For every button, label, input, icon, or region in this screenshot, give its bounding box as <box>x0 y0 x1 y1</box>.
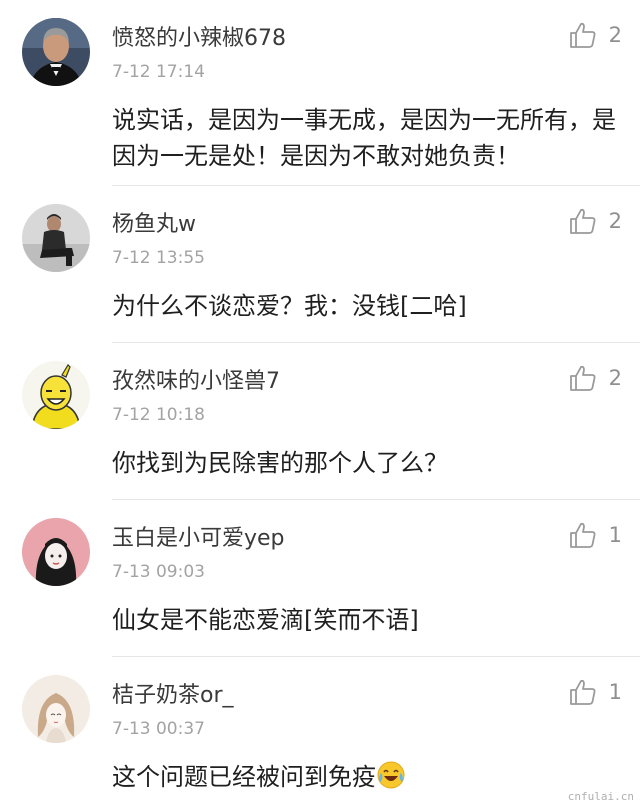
comment-text-content: 这个问题已经被问到免疫 <box>112 763 376 791</box>
username[interactable]: 玉白是小可爱yep <box>112 520 285 552</box>
thumbs-up-icon <box>569 22 596 48</box>
user-avatar[interactable] <box>22 518 90 586</box>
timestamp: 7-12 13:55 <box>112 248 205 268</box>
like-count: 2 <box>608 366 622 390</box>
timestamp: 7-13 00:37 <box>112 719 205 739</box>
thumbs-up-icon <box>569 208 596 234</box>
comment-text: 你找到为民除害的那个人了么？ <box>112 449 448 477</box>
sitting-person-avatar <box>22 204 90 272</box>
like-button[interactable]: 2 <box>569 20 622 50</box>
username[interactable]: 孜然味的小怪兽7 <box>112 363 280 395</box>
like-button[interactable]: 2 <box>569 363 622 393</box>
like-button[interactable]: 1 <box>569 677 622 707</box>
yellow-cartoon-avatar <box>22 361 90 429</box>
comment-item: 桔子奶茶or_ 7-13 00:37 这个问题已经被问到免疫 1 <box>0 657 640 807</box>
man-in-tuxedo-avatar <box>22 18 90 86</box>
sketch-girl-avatar <box>22 675 90 743</box>
timestamp: 7-12 17:14 <box>112 62 205 82</box>
like-count: 2 <box>608 23 622 47</box>
username[interactable]: 愤怒的小辣椒678 <box>112 20 286 52</box>
thumbs-up-icon <box>569 365 596 391</box>
pink-girl-avatar <box>22 518 90 586</box>
comment-text: 为什么不谈恋爱？我：没钱[二哈] <box>112 292 467 320</box>
watermark: cnfulai.cn <box>567 790 634 803</box>
username[interactable]: 桔子奶茶or_ <box>112 677 234 709</box>
like-count: 2 <box>608 209 622 233</box>
user-avatar[interactable] <box>22 18 90 86</box>
like-count: 1 <box>608 523 622 547</box>
comment-item: 杨鱼丸w 7-12 13:55 为什么不谈恋爱？我：没钱[二哈] 2 <box>0 186 640 343</box>
timestamp: 7-12 10:18 <box>112 405 205 425</box>
like-count: 1 <box>608 680 622 704</box>
user-avatar[interactable] <box>22 204 90 272</box>
like-button[interactable]: 2 <box>569 206 622 236</box>
user-avatar[interactable] <box>22 675 90 743</box>
thumbs-up-icon <box>569 522 596 548</box>
username[interactable]: 杨鱼丸w <box>112 206 196 238</box>
comment-text: 仙女是不能恋爱滴[笑而不语] <box>112 606 419 634</box>
like-button[interactable]: 1 <box>569 520 622 550</box>
comment-text: 这个问题已经被问到免疫 <box>112 759 622 795</box>
timestamp: 7-13 09:03 <box>112 562 205 582</box>
comment-item: 孜然味的小怪兽7 7-12 10:18 你找到为民除害的那个人了么？ 2 <box>0 343 640 500</box>
comment-text: 说实话，是因为一事无成，是因为一无所有，是因为一无是处！是因为不敢对她负责！ <box>112 106 616 170</box>
laughing-crying-emoji <box>377 761 405 789</box>
user-avatar[interactable] <box>22 361 90 429</box>
thumbs-up-icon <box>569 679 596 705</box>
comment-item: 玉白是小可爱yep 7-13 09:03 仙女是不能恋爱滴[笑而不语] 1 <box>0 500 640 657</box>
comment-item: 愤怒的小辣椒678 7-12 17:14 说实话，是因为一事无成，是因为一无所有… <box>0 0 640 186</box>
